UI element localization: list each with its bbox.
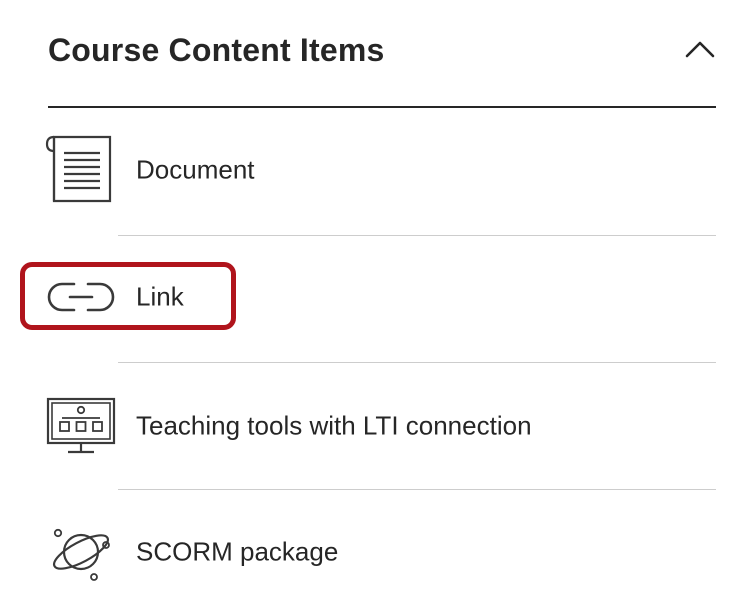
item-scorm-package[interactable]: SCORM package — [44, 500, 716, 604]
divider — [118, 362, 716, 363]
lti-tool-icon — [46, 397, 116, 454]
item-label: Teaching tools with LTI connection — [136, 410, 532, 441]
course-content-items-panel: Course Content Items Document Link Teach… — [0, 0, 751, 586]
item-label: Document — [136, 154, 255, 185]
item-lti-tools[interactable]: Teaching tools with LTI connection — [44, 374, 716, 478]
scorm-icon — [52, 528, 110, 581]
document-icon — [45, 135, 112, 203]
section-header[interactable]: Course Content Items — [48, 20, 716, 108]
item-label: Link — [136, 281, 184, 312]
item-document[interactable]: Document — [44, 118, 716, 222]
chevron-up-icon[interactable] — [684, 38, 716, 60]
item-label: SCORM package — [136, 536, 339, 567]
divider — [118, 489, 716, 490]
link-icon — [47, 282, 115, 312]
divider — [118, 235, 716, 236]
section-title: Course Content Items — [48, 32, 385, 68]
item-link[interactable]: Link — [44, 245, 716, 349]
